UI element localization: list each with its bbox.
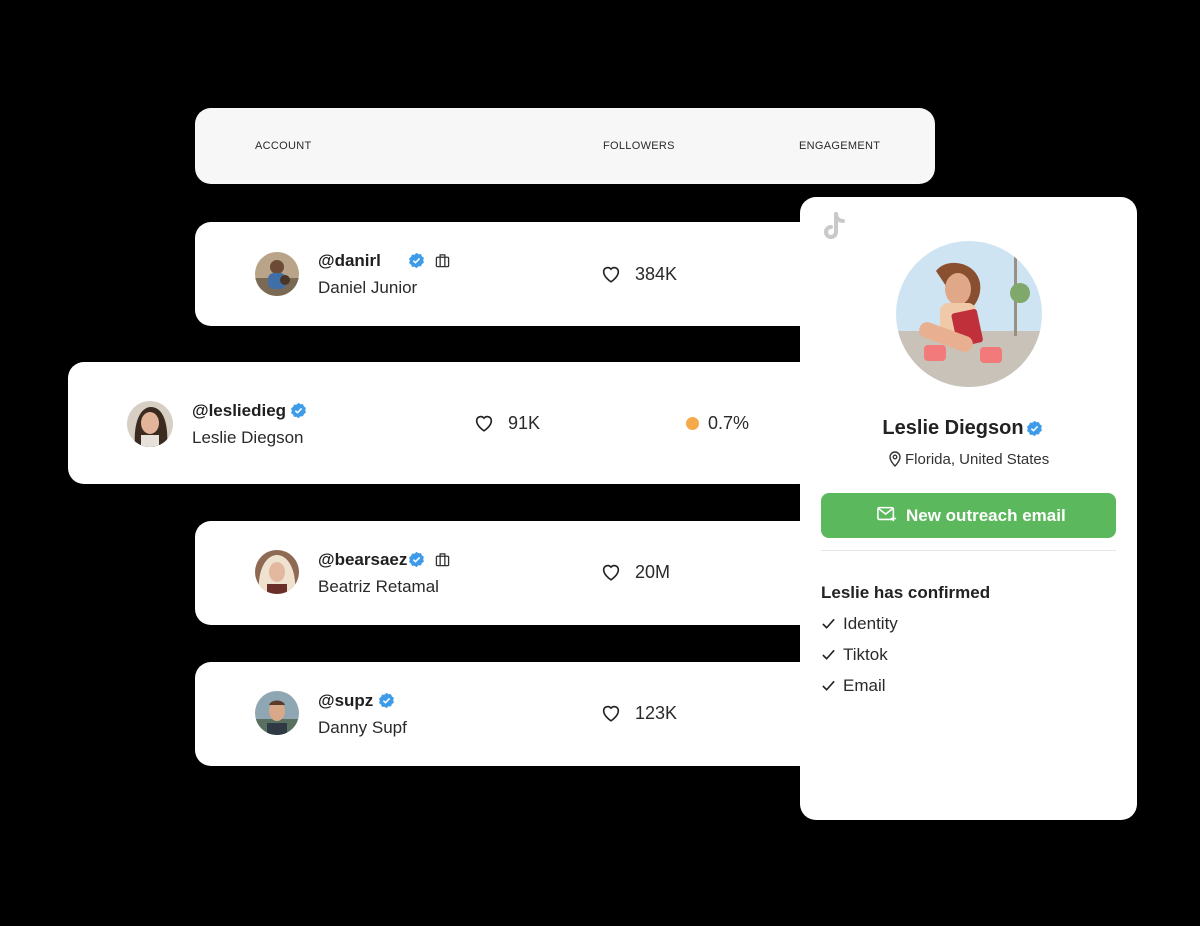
row-name: Leslie Diegson: [192, 428, 304, 447]
followers-count: 91K: [508, 413, 541, 433]
confirmed-item-label: Tiktok: [843, 645, 888, 664]
briefcase-icon: [435, 553, 450, 567]
table-row[interactable]: @bearsaez Beatriz Retamal 20M: [195, 521, 815, 625]
location-pin-icon: [889, 451, 901, 467]
new-outreach-email-button[interactable]: New outreach email: [821, 493, 1116, 538]
avatar: [255, 252, 299, 296]
row-name: Beatriz Retamal: [318, 577, 439, 596]
verified-badge-icon: [1027, 420, 1042, 437]
column-header-followers[interactable]: FOLLOWERS: [603, 140, 675, 152]
heart-icon: [602, 705, 620, 722]
briefcase-icon: [435, 254, 450, 268]
check-icon: [822, 680, 835, 691]
profile-avatar: [896, 241, 1042, 387]
row-handle[interactable]: @supz: [318, 691, 373, 711]
verified-badge-icon: [379, 692, 394, 709]
avatar: [255, 691, 299, 735]
followers-count: 384K: [635, 264, 678, 284]
engagement-value: 0.7%: [708, 413, 750, 433]
heart-icon: [602, 564, 620, 581]
row-name: Danny Supf: [318, 718, 407, 737]
heart-icon: [602, 266, 620, 283]
confirmed-item-label: Email: [843, 676, 886, 695]
check-icon: [822, 618, 835, 629]
tiktok-icon: [824, 212, 845, 239]
column-header-engagement[interactable]: ENGAGEMENT: [799, 140, 880, 152]
engagement-status-dot: [686, 417, 699, 430]
mail-add-icon: [877, 506, 897, 522]
table-row[interactable]: @danirl Daniel Junior 384K: [195, 222, 815, 326]
check-icon: [822, 649, 835, 660]
row-handle[interactable]: @bearsaez: [318, 550, 407, 570]
row-name: Daniel Junior: [318, 278, 418, 297]
avatar: [255, 550, 299, 594]
followers-count: 20M: [635, 562, 671, 582]
followers-count: 123K: [635, 703, 678, 723]
verified-badge-icon: [409, 551, 424, 568]
table-header: ACCOUNT FOLLOWERS ENGAGEMENT: [195, 108, 935, 184]
confirmed-title: Leslie has confirmed: [821, 583, 991, 602]
divider: [821, 550, 1116, 551]
table-row-highlighted[interactable]: @lesliedieg Leslie Diegson 91K 0.7%: [68, 362, 815, 484]
confirmed-item-label: Identity: [843, 614, 898, 633]
verified-badge-icon: [409, 252, 424, 269]
profile-location: Florida, United States: [905, 451, 1050, 468]
row-handle[interactable]: @lesliedieg: [192, 401, 286, 421]
row-handle[interactable]: @danirl: [318, 251, 381, 271]
avatar: [127, 401, 173, 447]
cta-label: New outreach email: [906, 506, 1066, 525]
verified-badge-icon: [291, 402, 306, 419]
profile-card: Leslie Diegson Florida, United States Ne…: [800, 197, 1137, 820]
heart-icon: [475, 415, 493, 432]
table-row[interactable]: @supz Danny Supf 123K: [195, 662, 815, 766]
profile-name: Leslie Diegson: [882, 417, 1024, 439]
column-header-account[interactable]: ACCOUNT: [255, 140, 312, 152]
